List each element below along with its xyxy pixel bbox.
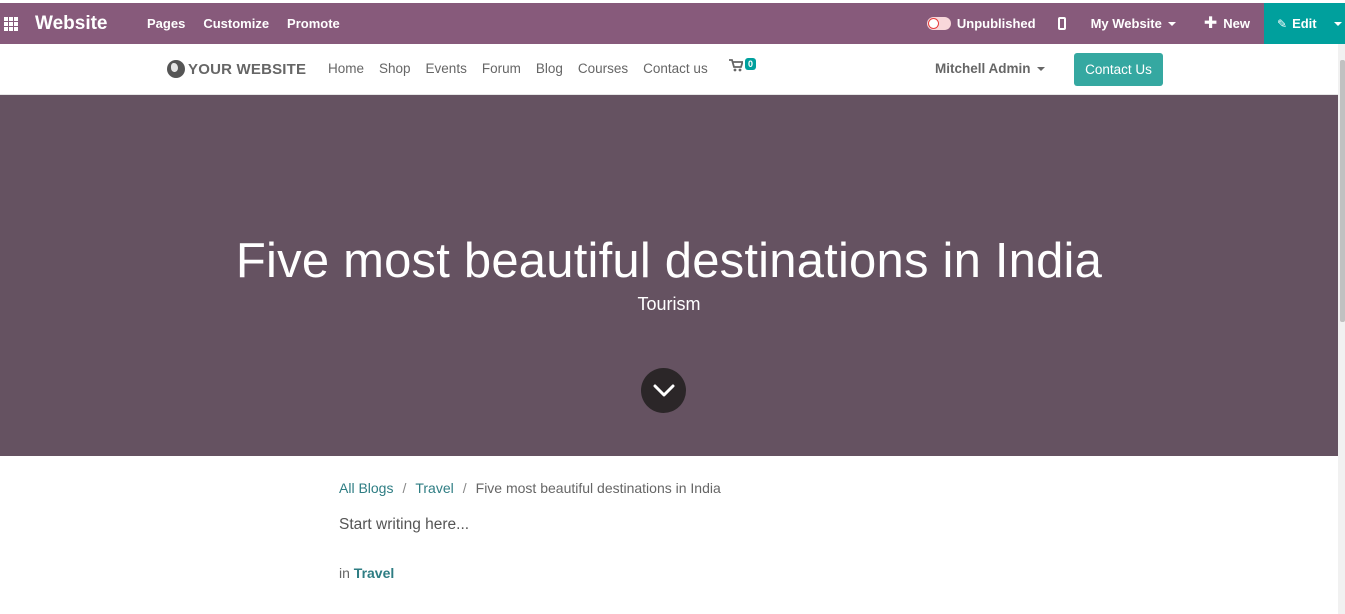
nav-contact-us[interactable]: Contact us xyxy=(643,61,708,76)
logo-text: YOUR WEBSITE xyxy=(188,60,307,78)
post-title: Five most beautiful destinations in Indi… xyxy=(235,234,1103,288)
user-menu[interactable]: Mitchell Admin xyxy=(935,61,1045,76)
admin-topbar: Website Pages Customize Promote Unpublis… xyxy=(0,3,1345,44)
app-title: Website xyxy=(35,12,108,34)
nav-home[interactable]: Home xyxy=(328,61,364,76)
publish-toggle[interactable]: Unpublished xyxy=(926,16,1036,31)
new-button[interactable]: ✚ New xyxy=(1203,14,1250,32)
breadcrumb: All Blogs / Travel / Five most beautiful… xyxy=(339,480,721,496)
edit-button-label: Edit xyxy=(1292,16,1317,31)
site-logo[interactable]: YOUR WEBSITE xyxy=(167,60,306,78)
nav-shop[interactable]: Shop xyxy=(379,61,411,76)
user-name: Mitchell Admin xyxy=(935,61,1031,76)
blog-cover: Five most beautiful destinations in Indi… xyxy=(0,95,1338,456)
new-button-label: New xyxy=(1223,16,1250,31)
plus-icon: ✚ xyxy=(1203,14,1218,32)
breadcrumb-travel[interactable]: Travel xyxy=(415,480,453,496)
post-body-placeholder[interactable]: Start writing here... xyxy=(339,516,469,534)
breadcrumb-separator: / xyxy=(402,480,407,496)
website-selector-label: My Website xyxy=(1090,16,1162,31)
nav-links: Home Shop Events Forum Blog Courses Cont… xyxy=(328,61,723,76)
post-category: in Travel xyxy=(339,565,394,581)
edit-caret-icon[interactable] xyxy=(1333,21,1342,26)
nav-events[interactable]: Events xyxy=(426,61,467,76)
edit-button[interactable]: ✎ Edit xyxy=(1264,3,1345,44)
caret-down-icon xyxy=(1167,21,1176,26)
menu-pages[interactable]: Pages xyxy=(147,16,185,31)
in-label: in xyxy=(339,565,350,581)
scroll-down-icon[interactable] xyxy=(641,368,686,413)
menu-promote[interactable]: Promote xyxy=(287,16,340,31)
post-subtitle: Tourism xyxy=(637,294,701,314)
pencil-icon: ✎ xyxy=(1277,16,1288,31)
caret-down-icon xyxy=(1036,66,1045,71)
menu-customize[interactable]: Customize xyxy=(203,16,269,31)
admin-actions: Unpublished My Website ✚ New ✎ Edit xyxy=(926,3,1345,44)
nav-forum[interactable]: Forum xyxy=(482,61,521,76)
publish-status-label: Unpublished xyxy=(956,16,1036,31)
cart-count-badge: 0 xyxy=(745,58,757,70)
website-selector[interactable]: My Website xyxy=(1091,16,1176,31)
breadcrumb-current: Five most beautiful destinations in Indi… xyxy=(475,480,721,496)
nav-courses[interactable]: Courses xyxy=(578,61,628,76)
admin-menu: Pages Customize Promote xyxy=(147,16,358,31)
contact-us-button[interactable]: Contact Us xyxy=(1074,53,1163,86)
globe-icon xyxy=(167,60,185,78)
category-link[interactable]: Travel xyxy=(354,565,394,581)
apps-grid-icon[interactable] xyxy=(4,16,26,31)
toggle-switch-icon xyxy=(926,17,951,30)
nav-blog[interactable]: Blog xyxy=(536,61,563,76)
mobile-preview-icon[interactable] xyxy=(1057,17,1066,30)
scrollbar-thumb[interactable] xyxy=(1340,60,1345,322)
shopping-cart-icon[interactable] xyxy=(729,59,743,72)
breadcrumb-separator: / xyxy=(462,480,467,496)
site-navbar: YOUR WEBSITE Home Shop Events Forum Blog… xyxy=(0,44,1338,95)
breadcrumb-all-blogs[interactable]: All Blogs xyxy=(339,480,393,496)
